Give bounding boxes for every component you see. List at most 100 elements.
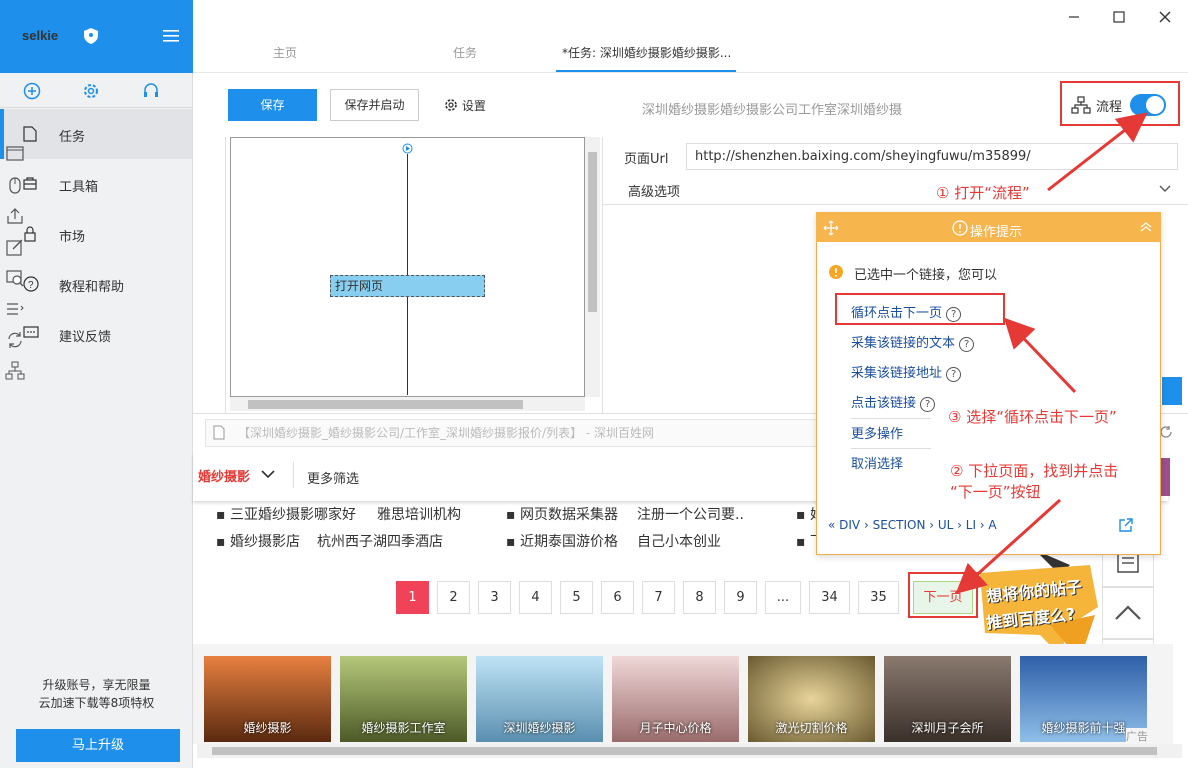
gear-icon[interactable] <box>82 82 100 100</box>
refresh-icon[interactable] <box>1159 425 1173 439</box>
element-path-text: DIV › SECTION › UL › LI › A <box>839 518 997 532</box>
divider <box>851 418 931 419</box>
settings-button[interactable]: 设置 <box>444 97 486 114</box>
thumbnail-caption: 婚纱摄影工作室 <box>361 721 446 735</box>
upgrade-text-line: 升级账号，享无限量 <box>42 678 151 692</box>
link-text[interactable]: 三亚婚纱摄影哪家好 <box>230 507 356 523</box>
scroll-thumb[interactable] <box>248 400 523 409</box>
thumbnail[interactable]: 激光切割价格 <box>748 656 875 742</box>
save-button[interactable]: 保存 <box>228 89 317 121</box>
page-button[interactable]: 35 <box>858 581 899 614</box>
sidebar-item-tasks[interactable]: 任务 <box>0 109 192 159</box>
page-button[interactable]: 7 <box>642 581 675 614</box>
extract-link-text-option[interactable]: 采集该链接的文本 ? <box>851 332 975 352</box>
annotation-step-3: ③ 选择“循环点击下一页” <box>948 408 1117 426</box>
page-button[interactable]: 5 <box>560 581 593 614</box>
help-icon[interactable]: ? <box>946 367 962 382</box>
external-link-icon[interactable] <box>1118 517 1134 533</box>
thumbnail[interactable]: 深圳月子会所 <box>884 656 1011 742</box>
help-icon[interactable]: ? <box>920 397 936 412</box>
chevron-down-icon[interactable] <box>261 470 275 479</box>
page-button[interactable]: 34 <box>809 581 850 614</box>
maximize-icon[interactable] <box>1111 9 1127 25</box>
save-and-start-button[interactable]: 保存并启动 <box>330 89 419 121</box>
annotation-step-2: ② 下拉页面，找到并点击 “下一页”按钮 <box>950 460 1118 502</box>
page-button[interactable]: 9 <box>724 581 757 614</box>
extract-link-url-option[interactable]: 采集该链接地址 ? <box>851 362 962 382</box>
recognize-captcha-icon[interactable] <box>5 268 25 288</box>
page-button[interactable]: 8 <box>683 581 716 614</box>
sidebar-item-help[interactable]: ? 教程和帮助 <box>0 259 192 309</box>
sidebar-item-toolbox[interactable]: 工具箱 <box>0 159 192 209</box>
option-label: 点击该链接 <box>851 396 917 411</box>
divider <box>851 448 931 449</box>
click-link-option[interactable]: 点击该链接 ? <box>851 392 936 412</box>
tab-current-task[interactable]: *任务: 深圳婚纱摄影婚纱摄影... <box>562 44 731 61</box>
mouse-click-icon[interactable] <box>5 175 25 195</box>
link-text[interactable]: 网页数据采集器 <box>520 507 618 523</box>
sidebar-item-feedback[interactable]: 建议反馈 <box>0 309 192 359</box>
chevron-down-icon[interactable] <box>1159 185 1171 193</box>
url-input[interactable]: http://shenzhen.baixing.com/sheyingfuwu/… <box>686 143 1178 170</box>
list-item[interactable]: 自己小本创业 <box>637 531 721 551</box>
list-item[interactable]: ▪ 近期泰国游价格 <box>506 531 618 551</box>
thumbnail[interactable]: 深圳婚纱摄影 <box>476 656 603 742</box>
loop-icon[interactable] <box>5 330 25 350</box>
more-actions-option[interactable]: 更多操作 <box>851 423 903 442</box>
thumbnail[interactable]: 婚纱摄影 <box>204 656 331 742</box>
scroll-thumb[interactable] <box>588 152 597 312</box>
flow-toggle[interactable] <box>1130 94 1166 116</box>
flow-node-open-page[interactable]: 打开网页 <box>330 275 485 297</box>
list-item[interactable]: 雅思培训机构 <box>377 504 461 524</box>
close-icon[interactable] <box>1157 9 1173 25</box>
input-text-icon[interactable] <box>5 237 25 257</box>
thumbnail[interactable]: 婚纱摄影工作室 <box>340 656 467 742</box>
link-text[interactable]: 近期泰国游价格 <box>520 534 618 550</box>
menu-icon[interactable] <box>163 30 179 42</box>
collapse-icon[interactable] <box>1140 222 1152 232</box>
browser-address[interactable]: 【深圳婚纱摄影_婚纱摄影公司/工作室_深圳婚纱摄影报价/列表】 - 深圳百姓网 <box>205 419 825 447</box>
element-path[interactable]: « DIV › SECTION › UL › LI › A <box>828 518 997 532</box>
sidebar-item-label: 教程和帮助 <box>59 280 125 295</box>
filter-tag[interactable]: 婚纱摄影 <box>198 466 250 485</box>
tab-home[interactable]: 主页 <box>273 44 297 61</box>
page-button[interactable]: 6 <box>601 581 634 614</box>
page-button[interactable]: 2 <box>437 581 470 614</box>
scroll-thumb[interactable] <box>212 747 1157 755</box>
list-item[interactable]: 注册一个公司要.. <box>637 504 744 524</box>
tab-tasks[interactable]: 任务 <box>453 44 477 61</box>
url-label: 页面Url <box>624 152 669 167</box>
thumbnail[interactable]: 月子中心价格 <box>612 656 739 742</box>
minimize-icon[interactable] <box>1066 9 1082 25</box>
list-item[interactable]: ▪ 三亚婚纱摄影哪家好 <box>216 504 356 524</box>
upgrade-text-line: 云加速下载等8项特权 <box>38 696 155 710</box>
extract-data-icon[interactable] <box>5 206 25 226</box>
thumbnail-caption: 激光切割价格 <box>775 721 848 735</box>
link-text[interactable]: 婚纱摄影店 <box>230 534 300 550</box>
shield-icon[interactable] <box>84 28 98 44</box>
branch-icon[interactable] <box>5 361 25 381</box>
option-label: 采集该链接的文本 <box>851 336 956 351</box>
add-icon[interactable] <box>23 82 41 100</box>
page-button[interactable]: 4 <box>519 581 552 614</box>
list-item[interactable]: ▪ 婚纱摄影店 <box>216 531 300 551</box>
document-icon <box>23 126 37 142</box>
headset-icon[interactable] <box>142 82 160 100</box>
more-filter[interactable]: 更多筛选 <box>307 468 359 487</box>
switch-dropdown-icon[interactable] <box>5 299 25 319</box>
sidebar-item-market[interactable]: 市场 <box>0 209 192 259</box>
open-page-icon[interactable] <box>5 144 25 164</box>
help-icon[interactable]: ? <box>959 337 975 352</box>
chevron-up-icon <box>1115 605 1141 620</box>
list-item[interactable]: 杭州西子湖四季酒店 <box>317 531 443 551</box>
advanced-options-label: 高级选项 <box>628 185 681 200</box>
side-button[interactable] <box>1162 377 1182 405</box>
advanced-options-header[interactable] <box>603 175 1188 205</box>
list-item[interactable]: ▪ 网页数据采集器 <box>506 504 618 524</box>
upgrade-button[interactable]: 马上升级 <box>16 729 180 762</box>
page-button[interactable]: 1 <box>396 581 429 614</box>
page-button[interactable]: 3 <box>478 581 511 614</box>
thumbnail-caption: 深圳婚纱摄影 <box>503 721 576 735</box>
cancel-selection-option[interactable]: 取消选择 <box>851 453 903 472</box>
move-icon[interactable] <box>823 220 839 236</box>
